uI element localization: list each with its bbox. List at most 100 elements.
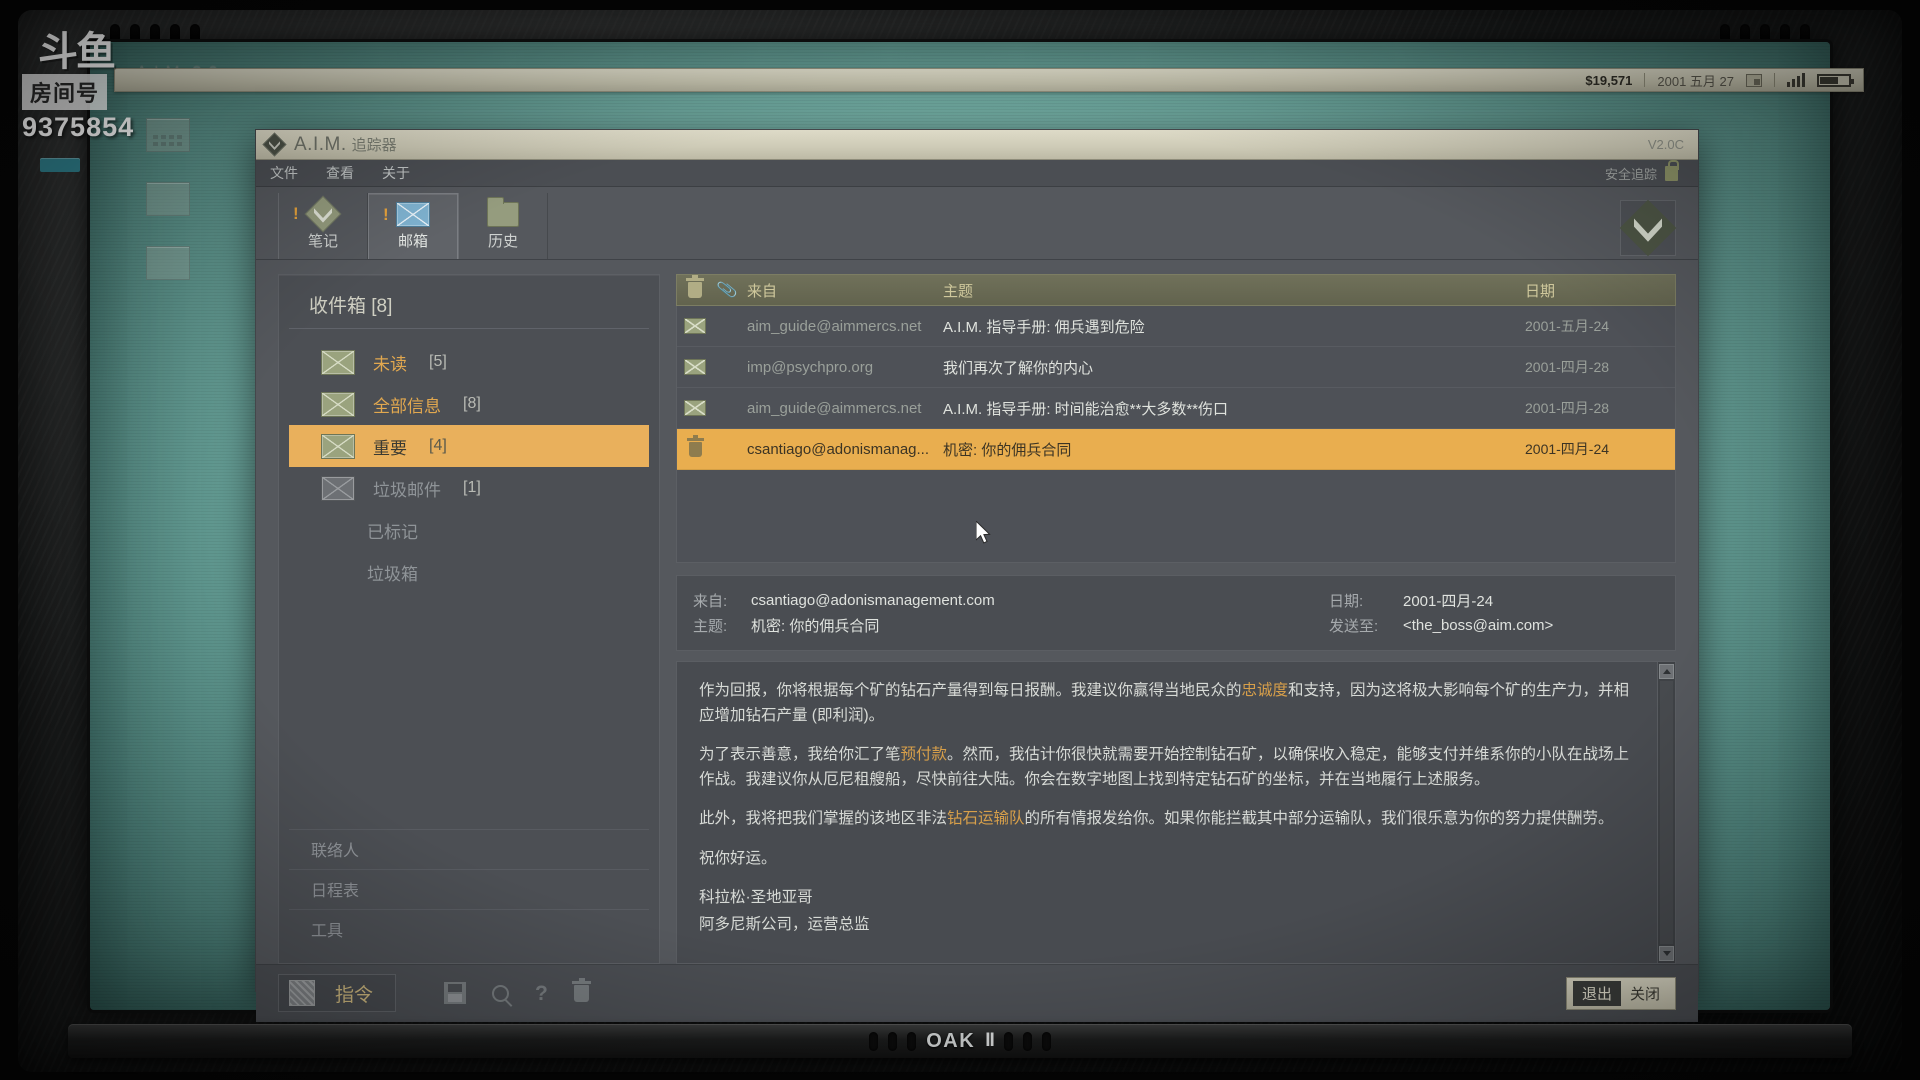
ghost-tab [40,158,80,172]
ghost-printer-icon [146,182,190,216]
command-button[interactable]: 指令 [278,974,397,1013]
meta-row-subject: 主题: 机密: 你的佣兵合同 发送至: <the_boss@aim.com> [693,613,1659,638]
sidebar-item-schedule[interactable]: 日程表 [289,868,649,909]
body-p2-a: 为了表示善意，我给你汇了笔 [699,746,901,764]
sidebar-item-count: [4] [429,437,447,454]
sidebar-list: 未读 [5] 全部信息 [8] 重要 [4] 垃圾邮件 [1] 已标记 垃圾箱 [279,329,659,593]
column-trash [677,275,713,298]
row-from: aim_guide@aimmercs.net [747,317,922,335]
window-buttons: 退出 关闭 [1565,976,1676,1010]
column-header-date[interactable]: 日期 [1525,280,1675,301]
sidebar-item-label: 全部信息 [373,396,441,416]
body-p1-a: 作为回报，你将根据每个矿的钻石产量得到每日报酬。我建议你赢得当地民众的 [699,682,1242,699]
table-row[interactable]: imp@psychpro.org 我们再次了解你的内心 2001-四月-28 [677,347,1675,388]
bottom-slot [1041,1031,1051,1051]
row-subject: 我们再次了解你的内心 [943,359,1094,377]
body-paragraph-2: 为了表示善意，我给你汇了笔预付款。然而，我估计你很快就需要开始控制钻石矿，以确保… [699,742,1635,792]
window-title: A.I.M. [294,133,347,155]
envelope-olive-icon [684,400,706,416]
sidebar-item-count: [5] [429,353,447,370]
command-pad-icon [289,980,315,1007]
tab-history[interactable]: 历史 [458,193,548,259]
row-delete-button[interactable] [677,434,713,457]
window-body: 收件箱 [8] 未读 [5] 全部信息 [8] 重要 [4] 垃圾邮件 [1] … [256,260,1698,964]
envelope-olive-icon [684,359,706,375]
meta-date-group: 日期: 2001-四月-24 [1329,590,1659,611]
menu-file[interactable]: 文件 [270,163,298,183]
tab-notes[interactable]: ! 笔记 [278,193,368,259]
save-icon[interactable] [444,982,467,1005]
trash-icon [686,434,704,457]
sidebar-item-unread[interactable]: 未读 [5] [289,341,649,383]
tab-mailbox-label: 邮箱 [397,233,428,250]
column-header-from[interactable]: 来自 [741,280,931,301]
body-paragraph-3: 此外，我将把我们掌握的该地区非法钻石运输队的所有情报发给你。如果你能拦截其中部分… [699,806,1635,831]
meta-row-from: 来自: csantiago@adonismanagement.com 日期: 2… [693,588,1659,613]
row-from: imp@psychpro.org [747,358,874,376]
game-hud-bar: $19,571 2001 五月 27 [114,68,1864,92]
menu-bar: 文件 查看 关于 安全追踪 [256,159,1698,187]
table-row[interactable]: aim_guide@aimmercs.net A.I.M. 指导手册: 佣兵遇到… [677,306,1675,347]
bottom-slot [1003,1031,1013,1051]
sidebar-item-tools[interactable]: 工具 [289,908,649,949]
secure-status: 安全追踪 [1604,159,1684,183]
room-label: 房间号 [22,74,108,110]
envelope-olive-icon [321,391,355,417]
meta-subject-value: 机密: 你的佣兵合同 [751,618,880,635]
scrollbar-track[interactable] [1660,681,1673,944]
sidebar-item-spam[interactable]: 垃圾邮件 [1] [289,467,649,509]
row-date: 2001-四月-28 [1525,359,1610,375]
table-row[interactable]: csantiago@adonismanag... 机密: 你的佣兵合同 2001… [677,429,1675,470]
message-meta: 来自: csantiago@adonismanagement.com 日期: 2… [676,575,1676,651]
menu-about[interactable]: 关于 [382,163,410,183]
window-subtitle: 追踪器 [351,137,397,154]
window-footer: 指令 ? 退出 关闭 [256,963,1698,1022]
tab-history-label: 历史 [487,232,518,250]
body-paragraph-1: 作为回报，你将根据每个矿的钻石产量得到每日报酬。我建议你赢得当地民众的忠诚度和支… [699,678,1635,728]
calendar-icon[interactable] [1746,73,1762,87]
sidebar-item-contacts[interactable]: 联络人 [289,828,649,869]
search-icon[interactable] [492,984,510,1002]
body-p1-highlight: 忠诚度 [1241,682,1289,699]
sidebar-item-flagged[interactable]: 已标记 [289,509,649,551]
body-scrollbar[interactable] [1657,662,1675,963]
sidebar-header: 收件箱 [8] [289,275,649,329]
row-icon-cell [677,400,713,416]
row-date: 2001-五月-24 [1525,318,1610,334]
aim-chevron-button[interactable] [1619,199,1677,257]
scroll-down-arrow-icon[interactable] [1659,945,1674,961]
envelope-olive-icon [321,349,355,375]
aim-window: A.I.M. 追踪器 V2.0C 文件 查看 关于 安全追踪 ! 笔记 ! 邮箱… [255,129,1699,1022]
exit-button[interactable]: 退出 [1572,980,1621,1006]
tab-mailbox[interactable]: ! 邮箱 [368,193,458,259]
column-attachment: 📎 [713,280,741,300]
paperclip-icon: 📎 [715,280,739,301]
mail-main-pane: 📎 来自 主题 日期 aim_guide@aimmercs.net A.I.M.… [676,274,1676,964]
menu-view[interactable]: 查看 [326,163,354,183]
secure-label: 安全追踪 [1604,166,1657,182]
body-signature-title: 阿多尼斯公司，运营总监 [699,915,870,933]
sidebar-item-important[interactable]: 重要 [4] [289,425,649,467]
hud-money: $19,571 [1585,72,1633,88]
row-icon-cell [677,359,713,375]
table-row[interactable]: aim_guide@aimmercs.net A.I.M. 指导手册: 时间能治… [677,388,1675,429]
sidebar-item-trash[interactable]: 垃圾箱 [289,551,649,593]
trash-icon[interactable] [571,977,591,1002]
row-from: aim_guide@aimmercs.net [747,399,922,417]
row-date: 2001-四月-24 [1525,441,1610,457]
help-icon[interactable]: ? [535,983,548,1004]
row-from: csantiago@adonismanag... [747,440,930,458]
column-header-subject[interactable]: 主题 [931,280,1525,301]
bottom-slot [869,1031,879,1051]
sidebar-item-all-messages[interactable]: 全部信息 [8] [289,383,649,425]
scroll-up-arrow-icon[interactable] [1659,664,1674,679]
stream-watermark: 斗鱼 房间号 9375854 [22,22,142,143]
sidebar-footer: 联络人 日程表 工具 [279,828,659,963]
envelope-olive-icon [684,318,706,334]
message-list-header: 📎 来自 主题 日期 [676,274,1676,306]
diamond-chevron-icon [304,195,342,233]
close-button[interactable]: 关闭 [1621,981,1669,1006]
mail-sidebar: 收件箱 [8] 未读 [5] 全部信息 [8] 重要 [4] 垃圾邮件 [1] … [278,274,660,964]
battery-icon [1817,73,1854,87]
